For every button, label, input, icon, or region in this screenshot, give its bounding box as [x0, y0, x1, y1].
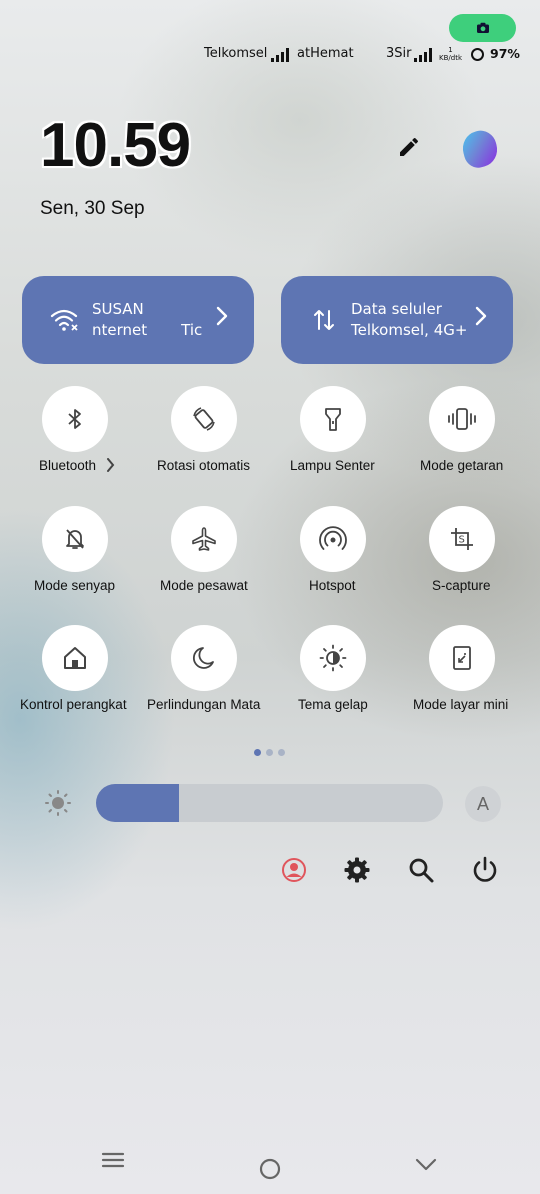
page-dot — [254, 749, 261, 756]
camera-indicator — [449, 14, 516, 42]
settings-gear-icon[interactable] — [343, 856, 371, 888]
app-logo[interactable] — [458, 127, 502, 171]
bluetooth-icon — [68, 409, 81, 429]
mini-window-icon — [453, 646, 471, 670]
tile-label: Lampu Senter — [290, 458, 375, 473]
edit-icon[interactable] — [397, 135, 421, 163]
hotspot-tile[interactable] — [300, 506, 366, 572]
bluetooth-tile[interactable] — [42, 386, 108, 452]
user-icon[interactable] — [280, 856, 308, 888]
carrier2-label: 3Sir — [386, 46, 412, 61]
wifi-tile[interactable]: SUSAN nternet Tic — [22, 276, 254, 364]
carrier1-extra: atHemat — [297, 46, 354, 61]
rotate-icon — [193, 407, 215, 431]
mobile-data-subtitle: Telkomsel, 4G+ — [351, 321, 468, 339]
device-control-tile[interactable] — [42, 625, 108, 691]
battery-ring-icon — [470, 47, 485, 66]
bell-off-icon — [66, 529, 84, 549]
brightness-fill — [96, 784, 180, 822]
data-arrows-icon — [314, 310, 334, 330]
tile-label: Mode pesawat — [160, 578, 248, 593]
page-indicator[interactable] — [254, 749, 285, 756]
s-capture-tile[interactable]: S — [429, 506, 495, 572]
vibrate-icon — [448, 408, 476, 430]
dark-theme-icon — [319, 644, 347, 672]
vibrate-tile[interactable] — [429, 386, 495, 452]
screenshot-icon: S — [451, 528, 473, 550]
signal-icon — [414, 47, 432, 66]
svg-text:S: S — [459, 535, 465, 546]
back-nav-icon[interactable] — [414, 1156, 438, 1178]
menu-nav-icon[interactable] — [101, 1150, 125, 1174]
brightness-slider[interactable] — [96, 784, 443, 822]
mobile-data-tile[interactable]: Data seluler Telkomsel, 4G+ — [281, 276, 513, 364]
net-speed: 1 KB/dtk — [439, 46, 462, 62]
silent-mode-tile[interactable] — [42, 506, 108, 572]
auto-brightness-button[interactable]: A — [465, 786, 501, 822]
signal-icon — [271, 47, 289, 66]
hotspot-icon — [319, 526, 347, 550]
battery-level: 97% — [490, 46, 520, 61]
airplane-tile[interactable] — [171, 506, 237, 572]
tile-label: Kontrol perangkat — [20, 697, 127, 712]
page-dot — [278, 749, 285, 756]
chevron-right-icon — [216, 306, 228, 326]
home-nav-icon[interactable] — [258, 1157, 282, 1185]
chevron-right-icon[interactable] — [106, 458, 115, 472]
mini-window-tile[interactable] — [429, 625, 495, 691]
date: Sen, 30 Sep — [40, 198, 145, 219]
dark-theme-tile[interactable] — [300, 625, 366, 691]
tile-label: S-capture — [432, 578, 491, 593]
flashlight-icon — [325, 408, 341, 431]
clock: 10.59 — [40, 111, 191, 180]
tile-label: Tema gelap — [298, 697, 368, 712]
power-icon[interactable] — [470, 855, 500, 889]
tile-label: Mode senyap — [34, 578, 116, 593]
wifi-status: nternet Tic — [92, 321, 203, 339]
tile-label: Rotasi otomatis — [157, 458, 251, 473]
tile-label: Hotspot — [309, 578, 356, 593]
search-icon[interactable] — [407, 856, 435, 888]
page-dot — [266, 749, 273, 756]
home-icon — [64, 647, 86, 669]
tile-label: Perlindungan Mata — [147, 697, 261, 712]
tile-label: Mode getaran — [420, 458, 504, 473]
brightness-icon — [44, 789, 72, 821]
wifi-name: SUSAN — [92, 300, 144, 318]
camera-icon — [476, 22, 489, 33]
mobile-data-title: Data seluler — [351, 300, 442, 318]
wifi-off-icon — [50, 309, 78, 331]
tile-label: Mode layar mini — [413, 697, 509, 712]
flashlight-tile[interactable] — [300, 386, 366, 452]
carrier1-label: Telkomsel — [204, 46, 268, 61]
auto-rotate-tile[interactable] — [171, 386, 237, 452]
chevron-right-icon — [475, 306, 487, 326]
eye-protection-tile[interactable] — [171, 625, 237, 691]
tile-label: Bluetooth — [39, 458, 115, 473]
airplane-icon — [192, 527, 216, 551]
moon-icon — [192, 647, 214, 669]
